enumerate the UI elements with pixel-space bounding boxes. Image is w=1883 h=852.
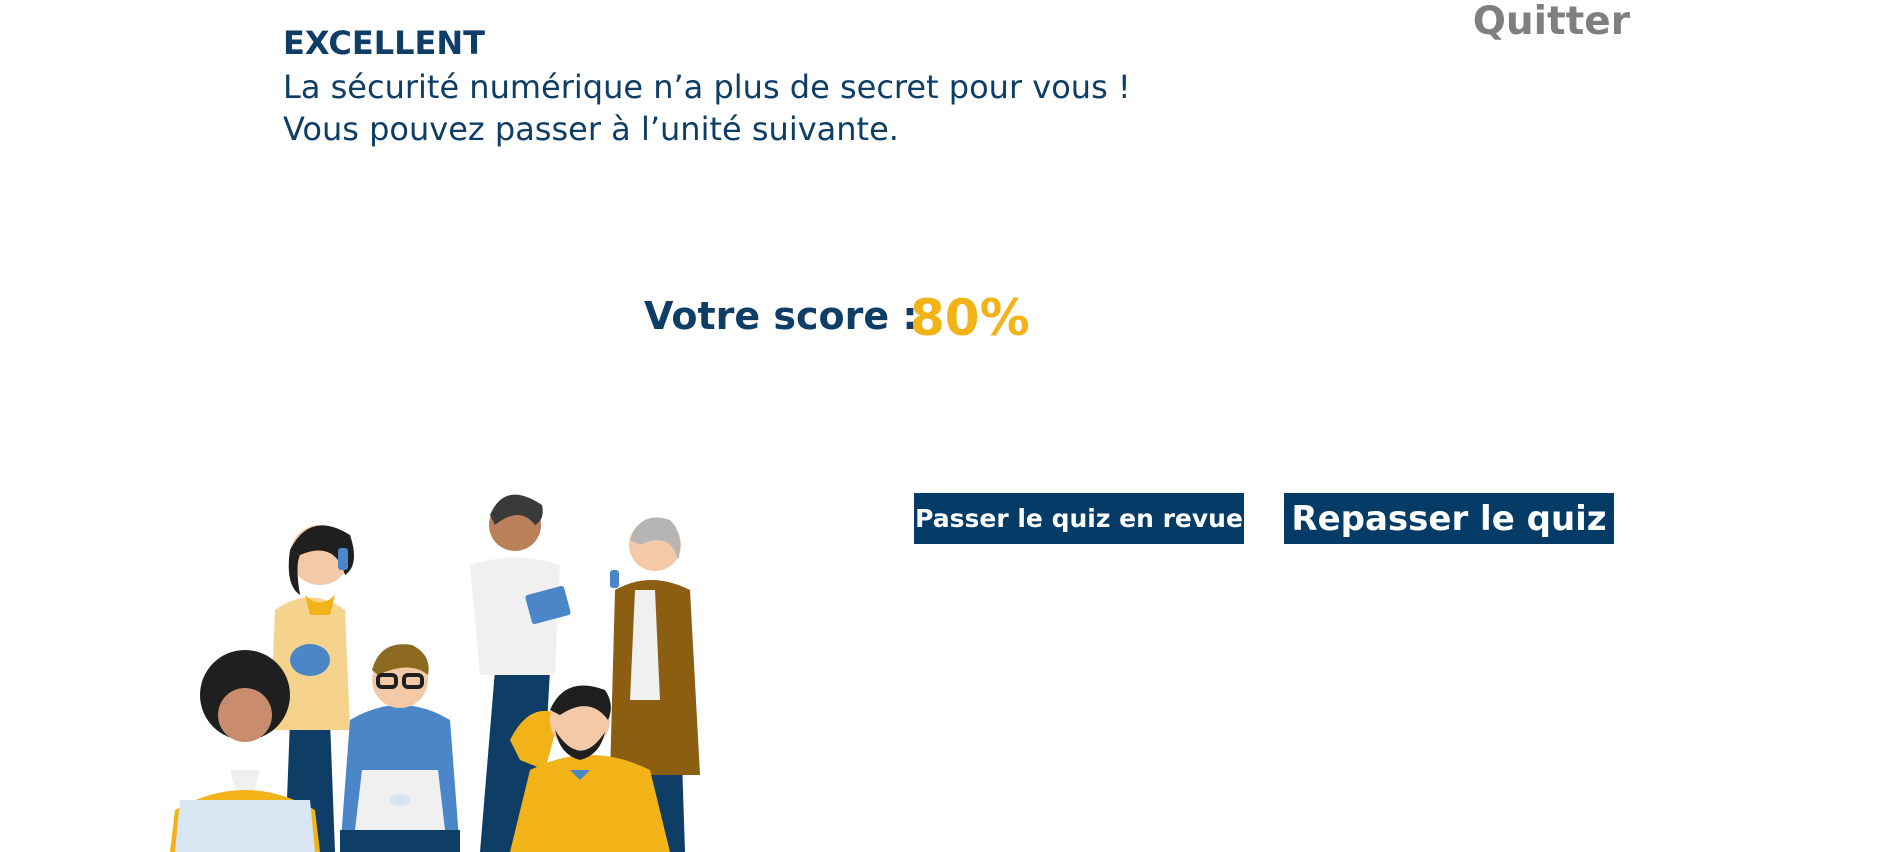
result-message-line-2: Vous pouvez passer à l’unité suivante. [283, 110, 899, 148]
retry-quiz-button[interactable]: Repasser le quiz [1284, 493, 1614, 544]
result-headline: EXCELLENT [283, 24, 485, 62]
score-label: Votre score : [644, 294, 918, 338]
result-message-line-1: La sécurité numérique n’a plus de secret… [283, 68, 1131, 106]
people-group-illustration [170, 494, 700, 852]
review-quiz-button[interactable]: Passer le quiz en revue [914, 493, 1244, 544]
man-glasses-laptop-figure [340, 644, 460, 852]
quit-button[interactable]: Quitter [1460, 2, 1630, 42]
score-value: 80% [910, 289, 1030, 347]
